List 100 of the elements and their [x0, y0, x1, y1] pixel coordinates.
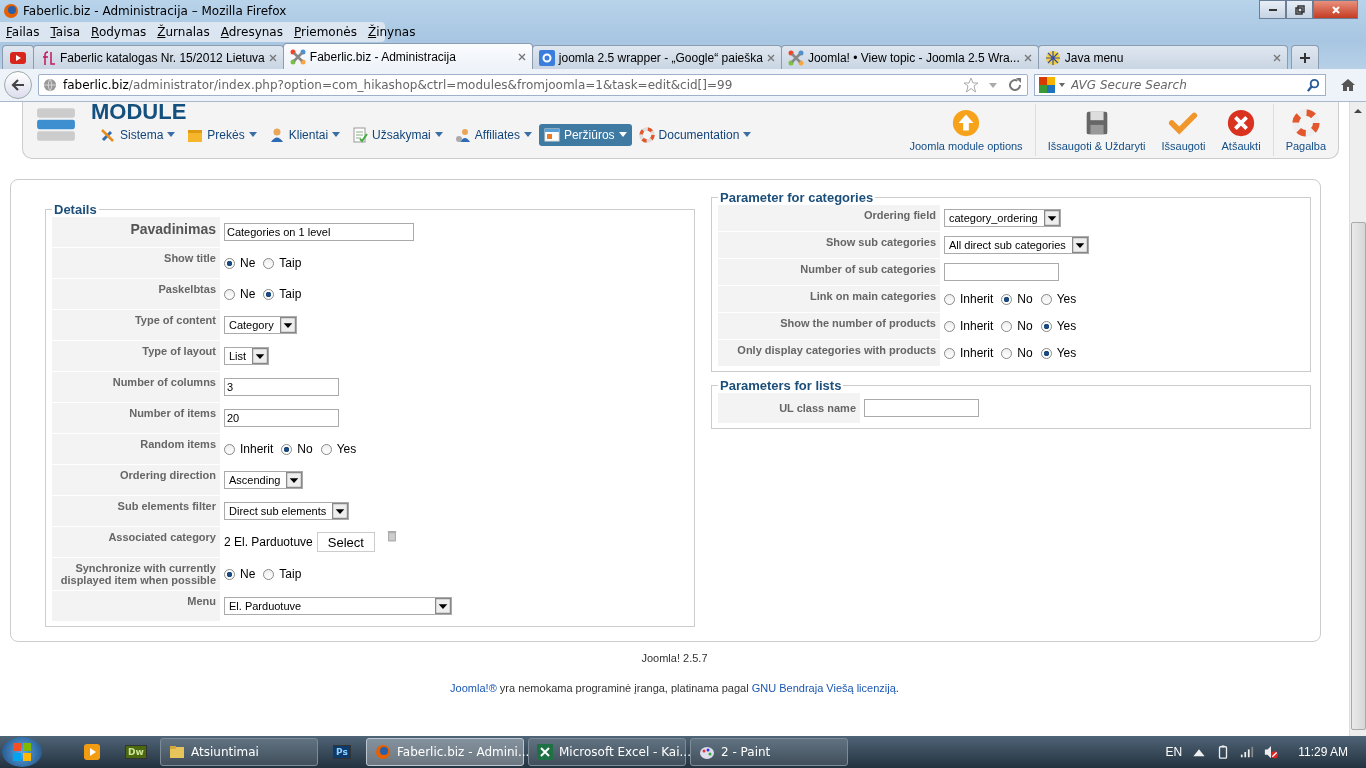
toolbar-button[interactable]: Joomla module options [901, 104, 1031, 156]
signal-icon[interactable] [1240, 745, 1255, 759]
toolbar-button[interactable]: Pagalba [1277, 104, 1334, 156]
new-tab-button[interactable] [1290, 45, 1319, 69]
close-button[interactable] [1313, 0, 1358, 19]
radio-button[interactable] [224, 443, 235, 455]
menu-item[interactable]: Rodymas [85, 25, 152, 39]
radio-button[interactable] [281, 443, 293, 455]
plus-icon [1298, 51, 1311, 64]
radio-button[interactable] [1040, 347, 1052, 359]
radio-button[interactable] [224, 568, 235, 580]
radio-button[interactable] [1040, 293, 1052, 305]
radio-button[interactable] [1001, 320, 1013, 332]
product-link[interactable]: Joomla!® [450, 682, 497, 694]
radio-button[interactable] [1040, 320, 1052, 332]
radio-button[interactable] [263, 568, 275, 580]
radio-button[interactable] [224, 257, 235, 269]
toolbar-button[interactable]: Atšaukti [1213, 104, 1269, 156]
language-indicator[interactable]: EN [1165, 745, 1183, 759]
colored-squares-icon[interactable] [1039, 77, 1055, 93]
start-button[interactable] [2, 737, 42, 767]
trash-icon[interactable] [386, 530, 397, 542]
dropdown[interactable]: All direct sub categories [944, 236, 1089, 254]
search-bar[interactable]: AVG Secure Search [1034, 74, 1326, 96]
clock[interactable]: 11:29 AM [1298, 745, 1348, 759]
browser-tab[interactable]: Faberlic.biz - Administracija [282, 43, 533, 69]
menu-item[interactable]: Adresynas [214, 25, 288, 39]
close-icon[interactable] [268, 53, 277, 62]
radio-label: Inherit [240, 442, 274, 456]
close-icon[interactable] [517, 52, 526, 61]
dropdown[interactable]: List [224, 347, 270, 365]
restore-button[interactable] [1286, 0, 1313, 19]
license-link[interactable]: GNU Bendraja Viešą licenziją [751, 682, 896, 694]
menu-item[interactable]: Užsakymai [347, 124, 448, 146]
app-icon: Ps [333, 745, 351, 759]
wrench-icon [100, 127, 116, 143]
taskbar-button[interactable]: Dw [116, 738, 156, 766]
menu-item[interactable]: Žinynas [361, 25, 421, 39]
home-icon[interactable] [1340, 77, 1356, 93]
taskbar-button[interactable]: 2 - Paint [690, 738, 848, 766]
globe-icon [43, 78, 57, 92]
scroll-up-icon[interactable] [1354, 108, 1362, 114]
radio-label: Ne [240, 567, 256, 581]
dropdown[interactable]: category_ordering [944, 209, 1061, 227]
menu-item[interactable]: Prekės [182, 124, 262, 146]
radio-button[interactable] [263, 288, 275, 300]
section-legend: Details [52, 202, 99, 217]
star-icon[interactable] [963, 77, 979, 93]
search-icon[interactable] [1306, 77, 1321, 93]
browser-tab[interactable]: Java menu [1037, 45, 1288, 69]
close-icon[interactable] [766, 53, 775, 62]
dropdown[interactable]: Ascending [224, 471, 304, 489]
radio-button[interactable] [1001, 293, 1013, 305]
menu-item[interactable]: Žurnalas [151, 25, 215, 39]
text-field[interactable]: 3 [224, 378, 339, 396]
dropdown-arrow-icon[interactable] [1058, 81, 1066, 89]
select-button[interactable]: Select [316, 532, 375, 552]
text-field[interactable] [864, 399, 979, 417]
field-label: Show the number of products [718, 313, 940, 339]
radio-button[interactable] [944, 320, 955, 332]
menu-item[interactable]: Failas [0, 25, 45, 39]
text-field[interactable]: Categories on 1 level [224, 223, 414, 241]
text-field[interactable]: 20 [224, 409, 339, 427]
minimize-button[interactable] [1259, 0, 1286, 19]
text-field[interactable] [944, 263, 1059, 281]
close-icon[interactable] [1272, 53, 1281, 62]
menu-item[interactable]: Affiliates [449, 124, 537, 146]
radio-button[interactable] [320, 443, 332, 455]
browser-tab[interactable]: joomla 2.5 wrapper - „Google“ paieška [531, 45, 782, 69]
menu-item[interactable]: Taisa [44, 25, 86, 39]
menu-item[interactable]: Documentation [633, 124, 757, 146]
page-title: MODULE [91, 102, 188, 122]
muted-speaker-icon[interactable] [1264, 745, 1279, 759]
browser-tab[interactable]: Faberlic katalogas Nr. 15/2012 Lietuva [33, 45, 284, 69]
radio-button[interactable] [1001, 347, 1013, 359]
radio-button[interactable] [224, 288, 235, 300]
radio-button[interactable] [944, 293, 955, 305]
radio-label: Taip [279, 567, 302, 581]
close-icon[interactable] [1023, 53, 1032, 62]
menu-item[interactable]: Sistema [95, 124, 181, 146]
dropdown[interactable]: Category [224, 316, 297, 334]
menu-item[interactable]: Priemonės [287, 25, 362, 39]
browser-tab[interactable] [2, 45, 34, 69]
field-label: Type of layout [52, 341, 220, 371]
reload-icon[interactable] [1007, 77, 1023, 93]
radio-label: Ne [240, 256, 256, 270]
radio-button[interactable] [263, 257, 275, 269]
taskbar-button[interactable]: Ps [322, 738, 362, 766]
toolbar-button[interactable]: Išsaugoti [1153, 104, 1214, 156]
browser-tab[interactable]: Joomla! • View topic - Joomla 2.5 Wra... [780, 45, 1039, 69]
scrollbar-thumb[interactable] [1350, 222, 1366, 730]
menu-item[interactable]: Peržiūros [538, 124, 632, 146]
taskbar-button[interactable]: Atsiuntimai [160, 738, 318, 766]
dropdown[interactable]: El. Parduotuve [224, 597, 452, 615]
toolbar-button[interactable]: Išsaugoti & Uždaryti [1039, 104, 1154, 156]
dropdown[interactable]: Direct sub elements [224, 502, 350, 520]
back-button[interactable] [4, 71, 32, 99]
menu-item[interactable]: Klientai [263, 124, 346, 146]
radio-button[interactable] [944, 347, 955, 359]
address-bar[interactable]: faberlic.biz/administrator/index.php?option=com_hikashop&ctrl=modules&fromjoomla=1&task=edit&cid[]=99 [38, 74, 1028, 96]
